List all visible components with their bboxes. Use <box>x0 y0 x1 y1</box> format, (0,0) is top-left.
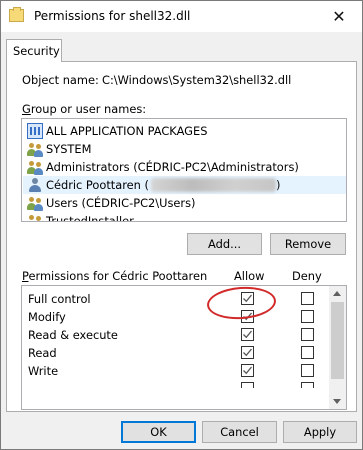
group-icon <box>27 141 43 157</box>
permission-name: Read & execute <box>28 328 118 342</box>
permission-row: Read <box>22 344 327 362</box>
window-title: Permissions for shell32.dll <box>34 9 191 23</box>
list-item-label: Cédric Poottaren ( <box>46 178 149 192</box>
deny-checkbox[interactable] <box>301 310 314 323</box>
cancel-button[interactable]: Cancel <box>202 421 277 443</box>
group-icon <box>27 195 43 211</box>
permission-row-partial <box>22 380 327 398</box>
deny-checkbox[interactable] <box>301 292 314 305</box>
list-item[interactable]: TrustedInstaller <box>23 212 346 222</box>
list-item[interactable]: Users (CÉDRIC-PC2\Users) <box>23 194 346 212</box>
apply-button[interactable]: Apply <box>283 421 357 443</box>
redacted-blur <box>150 178 276 192</box>
group-icon <box>27 213 43 221</box>
object-name-value: C:\Windows\System32\shell32.dll <box>102 73 292 87</box>
permission-name: Write <box>28 364 59 378</box>
permission-row: Modify <box>22 308 327 326</box>
list-item-selected[interactable]: Cédric Poottaren ( ) <box>23 176 346 194</box>
deny-checkbox[interactable] <box>301 346 314 359</box>
list-item-label: Administrators (CÉDRIC-PC2\Administrator… <box>46 160 299 174</box>
close-icon[interactable]: ✕ <box>316 1 362 32</box>
permission-row: Write <box>22 362 327 380</box>
deny-checkbox[interactable] <box>301 364 314 377</box>
object-name-label: Object name: <box>22 73 99 87</box>
list-item[interactable]: ALL APPLICATION PACKAGES <box>23 122 346 140</box>
list-item-label: ALL APPLICATION PACKAGES <box>46 124 208 138</box>
deny-checkbox[interactable] <box>301 328 314 341</box>
allow-checkbox[interactable] <box>241 382 254 388</box>
list-item-label: Users (CÉDRIC-PC2\Users) <box>46 196 196 210</box>
permission-name: Modify <box>28 310 66 324</box>
add-button[interactable]: Add... <box>187 233 262 255</box>
permission-name: Read <box>28 346 57 360</box>
allow-checkbox[interactable] <box>241 346 254 359</box>
remove-button[interactable]: Remove <box>270 233 346 255</box>
group-icon <box>27 159 43 175</box>
allow-checkbox[interactable] <box>241 292 254 305</box>
scroll-up-icon[interactable] <box>333 291 341 296</box>
scroll-thumb[interactable] <box>331 302 344 379</box>
permissions-label: Permissions for Cédric Poottaren <box>22 269 208 283</box>
deny-checkbox[interactable] <box>301 382 314 388</box>
list-item-label-end: ) <box>275 178 281 192</box>
tab-security[interactable]: Security <box>6 39 62 62</box>
ok-button[interactable]: OK <box>121 421 196 443</box>
users-list[interactable]: ALL APPLICATION PACKAGES SYSTEM Administ… <box>21 118 347 222</box>
deny-column-header: Deny <box>292 269 322 283</box>
list-item-label: TrustedInstaller <box>46 214 134 222</box>
allow-checkbox[interactable] <box>241 310 254 323</box>
scrollbar[interactable] <box>329 286 346 409</box>
allow-checkbox[interactable] <box>241 328 254 341</box>
security-panel: Object name: C:\Windows\System32\shell32… <box>6 61 357 412</box>
user-icon <box>27 177 43 193</box>
list-item[interactable]: SYSTEM <box>23 140 346 158</box>
permission-row: Full control <box>22 290 327 308</box>
list-item-label: SYSTEM <box>46 142 92 156</box>
permission-row: Read & execute <box>22 326 327 344</box>
folder-icon <box>9 7 24 22</box>
allow-checkbox[interactable] <box>241 364 254 377</box>
title-bar: Permissions for shell32.dll ✕ <box>1 1 362 32</box>
list-item[interactable]: Administrators (CÉDRIC-PC2\Administrator… <box>23 158 346 176</box>
package-icon <box>27 123 43 139</box>
group-names-label: Group or user names: <box>22 102 147 116</box>
permissions-list[interactable]: Full control Modify Read & execute Read <box>21 285 347 410</box>
permission-name: Full control <box>28 292 91 306</box>
scroll-down-icon[interactable] <box>333 399 341 404</box>
permissions-dialog: Permissions for shell32.dll ✕ Security O… <box>0 0 363 450</box>
allow-column-header: Allow <box>234 269 265 283</box>
